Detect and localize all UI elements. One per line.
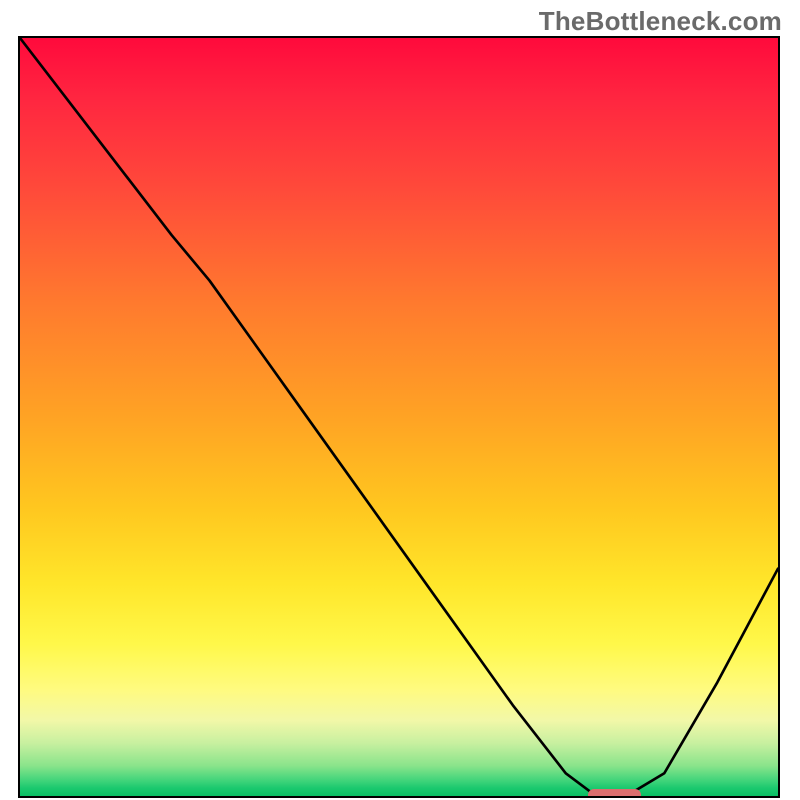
bottleneck-curve bbox=[20, 38, 778, 796]
curve-path bbox=[20, 38, 778, 796]
chart-frame bbox=[18, 36, 780, 798]
watermark-text: TheBottleneck.com bbox=[539, 6, 782, 37]
optimal-range-marker bbox=[588, 789, 641, 798]
